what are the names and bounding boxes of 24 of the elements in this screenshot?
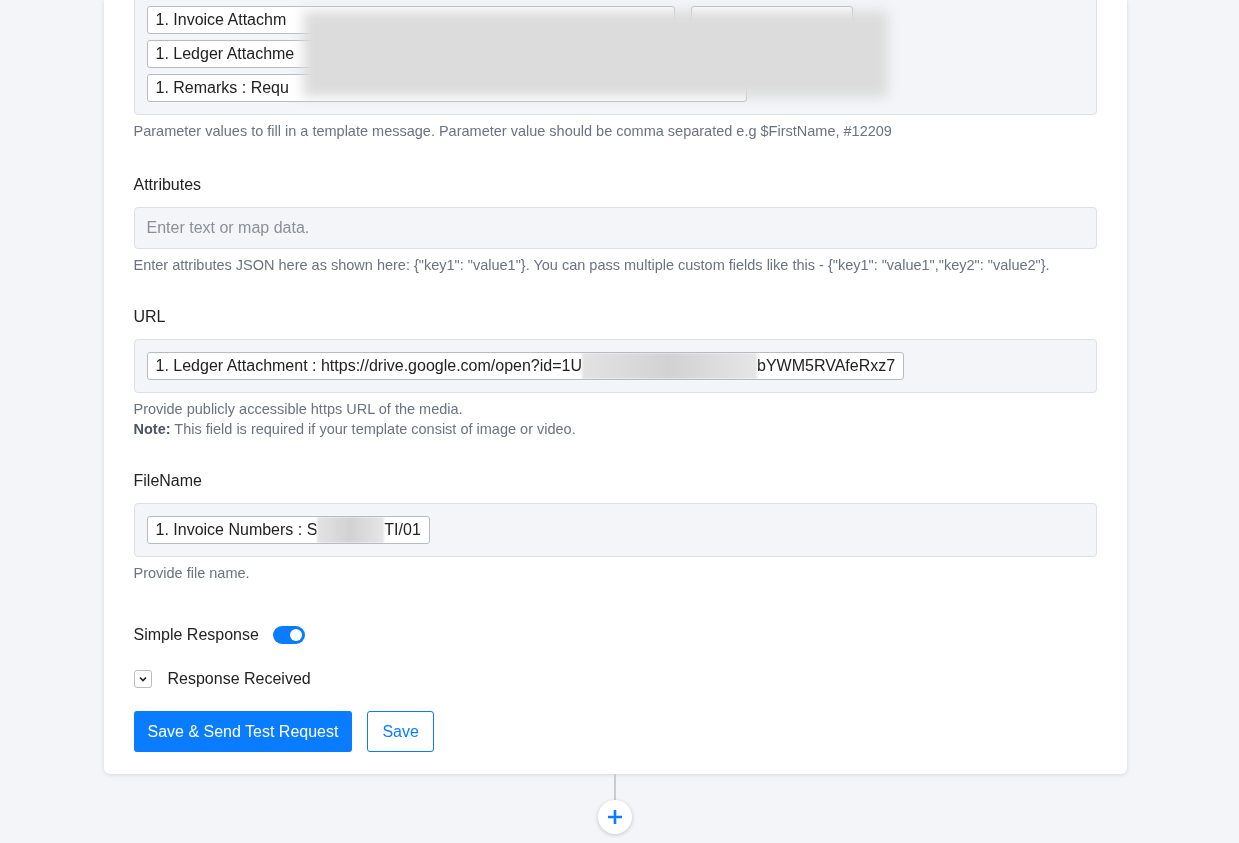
attributes-input[interactable]: Enter text or map data. xyxy=(133,207,1097,249)
save-button[interactable]: Save xyxy=(367,711,434,752)
field-label: URL xyxy=(133,307,167,327)
url-field[interactable]: 1. Ledger Attachment : https://drive.google.com/open?id=1U bYWM5RVAfeRxz7 xyxy=(133,339,1097,393)
section-label: Response Received xyxy=(167,669,311,689)
field-label: FileName xyxy=(133,471,203,491)
parameters-field[interactable]: 1. Invoice Attachm 1. Ledger Attachme 1. Remarks : Requ xyxy=(133,0,1097,115)
value-chip: 1. Invoice Numbers : S TI/01 xyxy=(146,516,430,544)
filename-field[interactable]: 1. Invoice Numbers : S TI/01 xyxy=(133,503,1097,557)
redaction-blur xyxy=(317,517,385,543)
expand-toggle[interactable] xyxy=(133,670,152,688)
chevron-icon xyxy=(137,674,148,684)
toggle-label: Simple Response xyxy=(133,625,259,645)
help-text: Provide publicly accessible https URL of the media. xyxy=(133,400,464,419)
help-text: Enter attributes JSON here as shown here: {"key1": "value1"}. You can pass multiple custom fields like this - {"key1": "value1","key2": "value2"}. xyxy=(133,256,1051,275)
value-chip: 1. Ledger Attachment : https://drive.google.com/open?id=1U bYWM5RVAfeRxz7 xyxy=(146,352,905,380)
send-test-button[interactable]: Save & Send Test Request xyxy=(133,711,353,752)
note-text: Note: This field is required if your template consist of image or video. xyxy=(133,420,577,439)
add-step-button[interactable] xyxy=(598,800,632,834)
field-label: Attributes xyxy=(133,175,203,195)
help-text: Provide file name. xyxy=(133,564,251,583)
toggle-switch[interactable] xyxy=(272,626,305,644)
help-text: Parameter values to fill in a template message. Parameter value should be comma separated e.g $FirstName, #12209 xyxy=(133,122,893,141)
plus-icon xyxy=(607,809,623,825)
